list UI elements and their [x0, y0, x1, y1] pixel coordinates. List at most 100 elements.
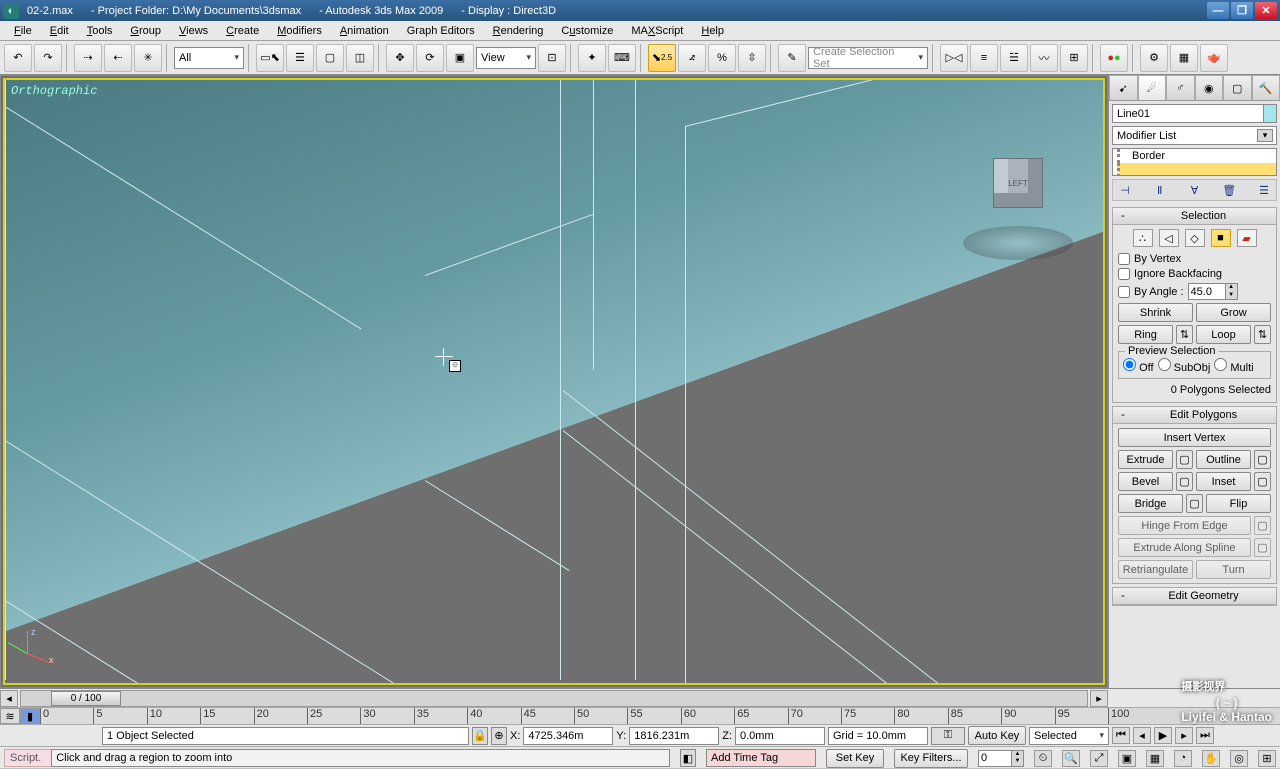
close-button[interactable]: ✕ — [1255, 2, 1277, 19]
layer-manager-button[interactable]: ☱ — [1000, 44, 1028, 72]
zoom-all-button[interactable]: ⤢ — [1090, 750, 1108, 767]
turn-button[interactable]: Turn — [1196, 560, 1271, 579]
trackbar-key-icon[interactable]: ▮ — [20, 708, 40, 724]
viewport[interactable]: Orthographic ⯐ LEFT zx — [3, 78, 1105, 685]
insert-vertex-button[interactable]: Insert Vertex — [1118, 428, 1271, 447]
snap-toggle-button[interactable]: ⬊2.5 — [648, 44, 676, 72]
select-by-name-button[interactable]: ☰ — [286, 44, 314, 72]
menu-rendering[interactable]: Rendering — [485, 23, 552, 39]
redo-button[interactable]: ↷ — [34, 44, 62, 72]
mirror-button[interactable]: ▷◁ — [940, 44, 968, 72]
by-vertex-checkbox[interactable]: By Vertex — [1118, 253, 1271, 265]
x-coord-field[interactable]: 4725.346m — [523, 727, 613, 745]
preview-multi-radio[interactable]: Multi — [1214, 358, 1253, 374]
lock-icon[interactable]: 🔒 — [472, 727, 488, 745]
rendered-frame-button[interactable]: ▦ — [1170, 44, 1198, 72]
inset-settings-button[interactable]: ▢ — [1254, 472, 1271, 491]
add-time-tag[interactable]: Add Time Tag — [706, 749, 816, 767]
manipulate-button[interactable]: ✦ — [578, 44, 606, 72]
play-button[interactable]: ▶ — [1154, 727, 1172, 744]
modifier-list-dropdown[interactable]: Modifier List — [1112, 126, 1277, 145]
pan-button[interactable]: ✋ — [1202, 750, 1220, 767]
fov-button[interactable]: ◔ — [1174, 750, 1192, 767]
schematic-view-button[interactable]: ⊞ — [1060, 44, 1088, 72]
bridge-settings-button[interactable]: ▢ — [1186, 494, 1203, 513]
arc-rotate-button[interactable]: ◎ — [1230, 750, 1248, 767]
ring-spinner[interactable]: ⇅ — [1176, 325, 1193, 344]
make-unique-icon[interactable]: ∀ — [1186, 181, 1204, 199]
keyfilter-dropdown[interactable]: Selected — [1029, 727, 1109, 745]
zoom-extents-all-button[interactable]: ▦ — [1146, 750, 1164, 767]
stack-item-border[interactable]: Border — [1117, 149, 1276, 163]
rollout-edit-polygons-header[interactable]: -Edit Polygons — [1113, 407, 1276, 424]
tab-modify[interactable]: ☄ — [1138, 75, 1167, 100]
bridge-button[interactable]: Bridge — [1118, 494, 1183, 513]
by-angle-spinner[interactable]: ▲▼ — [1188, 283, 1238, 300]
bind-spacewarp-button[interactable]: ✳ — [134, 44, 162, 72]
pivot-center-button[interactable]: ⊡ — [538, 44, 566, 72]
flip-button[interactable]: Flip — [1206, 494, 1271, 513]
inset-button[interactable]: Inset — [1196, 472, 1251, 491]
time-slider-next[interactable]: ▸ — [1090, 690, 1108, 707]
object-name-field[interactable] — [1112, 104, 1277, 123]
menu-group[interactable]: Group — [122, 23, 169, 39]
tab-hierarchy[interactable]: ♂ — [1166, 75, 1195, 100]
preview-subobj-radio[interactable]: SubObj — [1158, 358, 1211, 374]
selection-filter-dropdown[interactable]: All — [174, 47, 244, 69]
named-selection-dropdown[interactable]: Create Selection Set — [808, 47, 928, 69]
loop-button[interactable]: Loop — [1196, 325, 1251, 344]
curve-editor-button[interactable]: 〰 — [1030, 44, 1058, 72]
menu-create[interactable]: Create — [218, 23, 267, 39]
z-coord-field[interactable]: 0.0mm — [735, 727, 825, 745]
material-editor-button[interactable]: ●● — [1100, 44, 1128, 72]
extrude-spline-settings-button[interactable]: ▢ — [1254, 538, 1271, 557]
comm-center-icon[interactable]: ◧ — [680, 749, 696, 767]
element-level-icon[interactable]: ▰ — [1237, 229, 1257, 247]
object-name-input[interactable] — [1113, 108, 1263, 120]
configure-sets-icon[interactable]: ☰ — [1255, 181, 1273, 199]
key-mode-icon[interactable]: ⚿ — [931, 727, 965, 745]
extrude-along-spline-button[interactable]: Extrude Along Spline — [1118, 538, 1251, 557]
prev-frame-button[interactable]: ◂ — [1133, 727, 1151, 744]
pin-stack-icon[interactable]: ⊣ — [1116, 181, 1134, 199]
loop-spinner[interactable]: ⇅ — [1254, 325, 1271, 344]
angle-snap-button[interactable]: ⦨ — [678, 44, 706, 72]
menu-animation[interactable]: Animation — [332, 23, 397, 39]
bevel-settings-button[interactable]: ▢ — [1176, 472, 1193, 491]
extrude-button[interactable]: Extrude — [1118, 450, 1173, 469]
named-selection-edit-button[interactable]: ✎ — [778, 44, 806, 72]
extrude-settings-button[interactable]: ▢ — [1176, 450, 1193, 469]
spinner-snap-button[interactable]: ⇳ — [738, 44, 766, 72]
keyboard-shortcut-button[interactable]: ⌨ — [608, 44, 636, 72]
hinge-settings-button[interactable]: ▢ — [1254, 516, 1271, 535]
bevel-button[interactable]: Bevel — [1118, 472, 1173, 491]
track-bar-ruler[interactable]: 0510152025303540455055606570758085909510… — [40, 708, 1108, 724]
polygon-level-icon[interactable]: ■ — [1211, 229, 1231, 247]
zoom-button[interactable]: 🔍 — [1062, 750, 1080, 767]
scale-button[interactable]: ▣ — [446, 44, 474, 72]
current-frame-spinner[interactable]: ▲▼ — [978, 750, 1024, 767]
border-level-icon[interactable]: ◇ — [1185, 229, 1205, 247]
rotate-button[interactable]: ⟳ — [416, 44, 444, 72]
stack-item-selected[interactable] — [1117, 163, 1276, 176]
minimize-button[interactable]: — — [1207, 2, 1229, 19]
menu-views[interactable]: Views — [171, 23, 216, 39]
goto-start-button[interactable]: ⏮ — [1112, 727, 1130, 744]
trackbar-toggle-icon[interactable]: ≋ — [0, 708, 20, 724]
unlink-button[interactable]: ⇠ — [104, 44, 132, 72]
viewcube-ring[interactable] — [963, 226, 1073, 260]
time-slider-prev[interactable]: ◂ — [0, 690, 18, 707]
viewcube-face[interactable]: LEFT — [993, 158, 1043, 208]
align-button[interactable]: ≡ — [970, 44, 998, 72]
next-frame-button[interactable]: ▸ — [1175, 727, 1193, 744]
rollout-edit-geometry-header[interactable]: -Edit Geometry — [1113, 588, 1276, 605]
select-object-button[interactable]: ▭⬉ — [256, 44, 284, 72]
render-button[interactable]: 🫖 — [1200, 44, 1228, 72]
time-config-button[interactable]: ⏲ — [1034, 750, 1052, 767]
abs-rel-icon[interactable]: ⊕ — [491, 727, 507, 745]
window-crossing-button[interactable]: ◫ — [346, 44, 374, 72]
time-slider-track[interactable]: 0 / 100 — [20, 690, 1088, 707]
tab-display[interactable]: ▢ — [1223, 75, 1252, 100]
render-setup-button[interactable]: ⚙ — [1140, 44, 1168, 72]
menu-modifiers[interactable]: Modifiers — [269, 23, 330, 39]
